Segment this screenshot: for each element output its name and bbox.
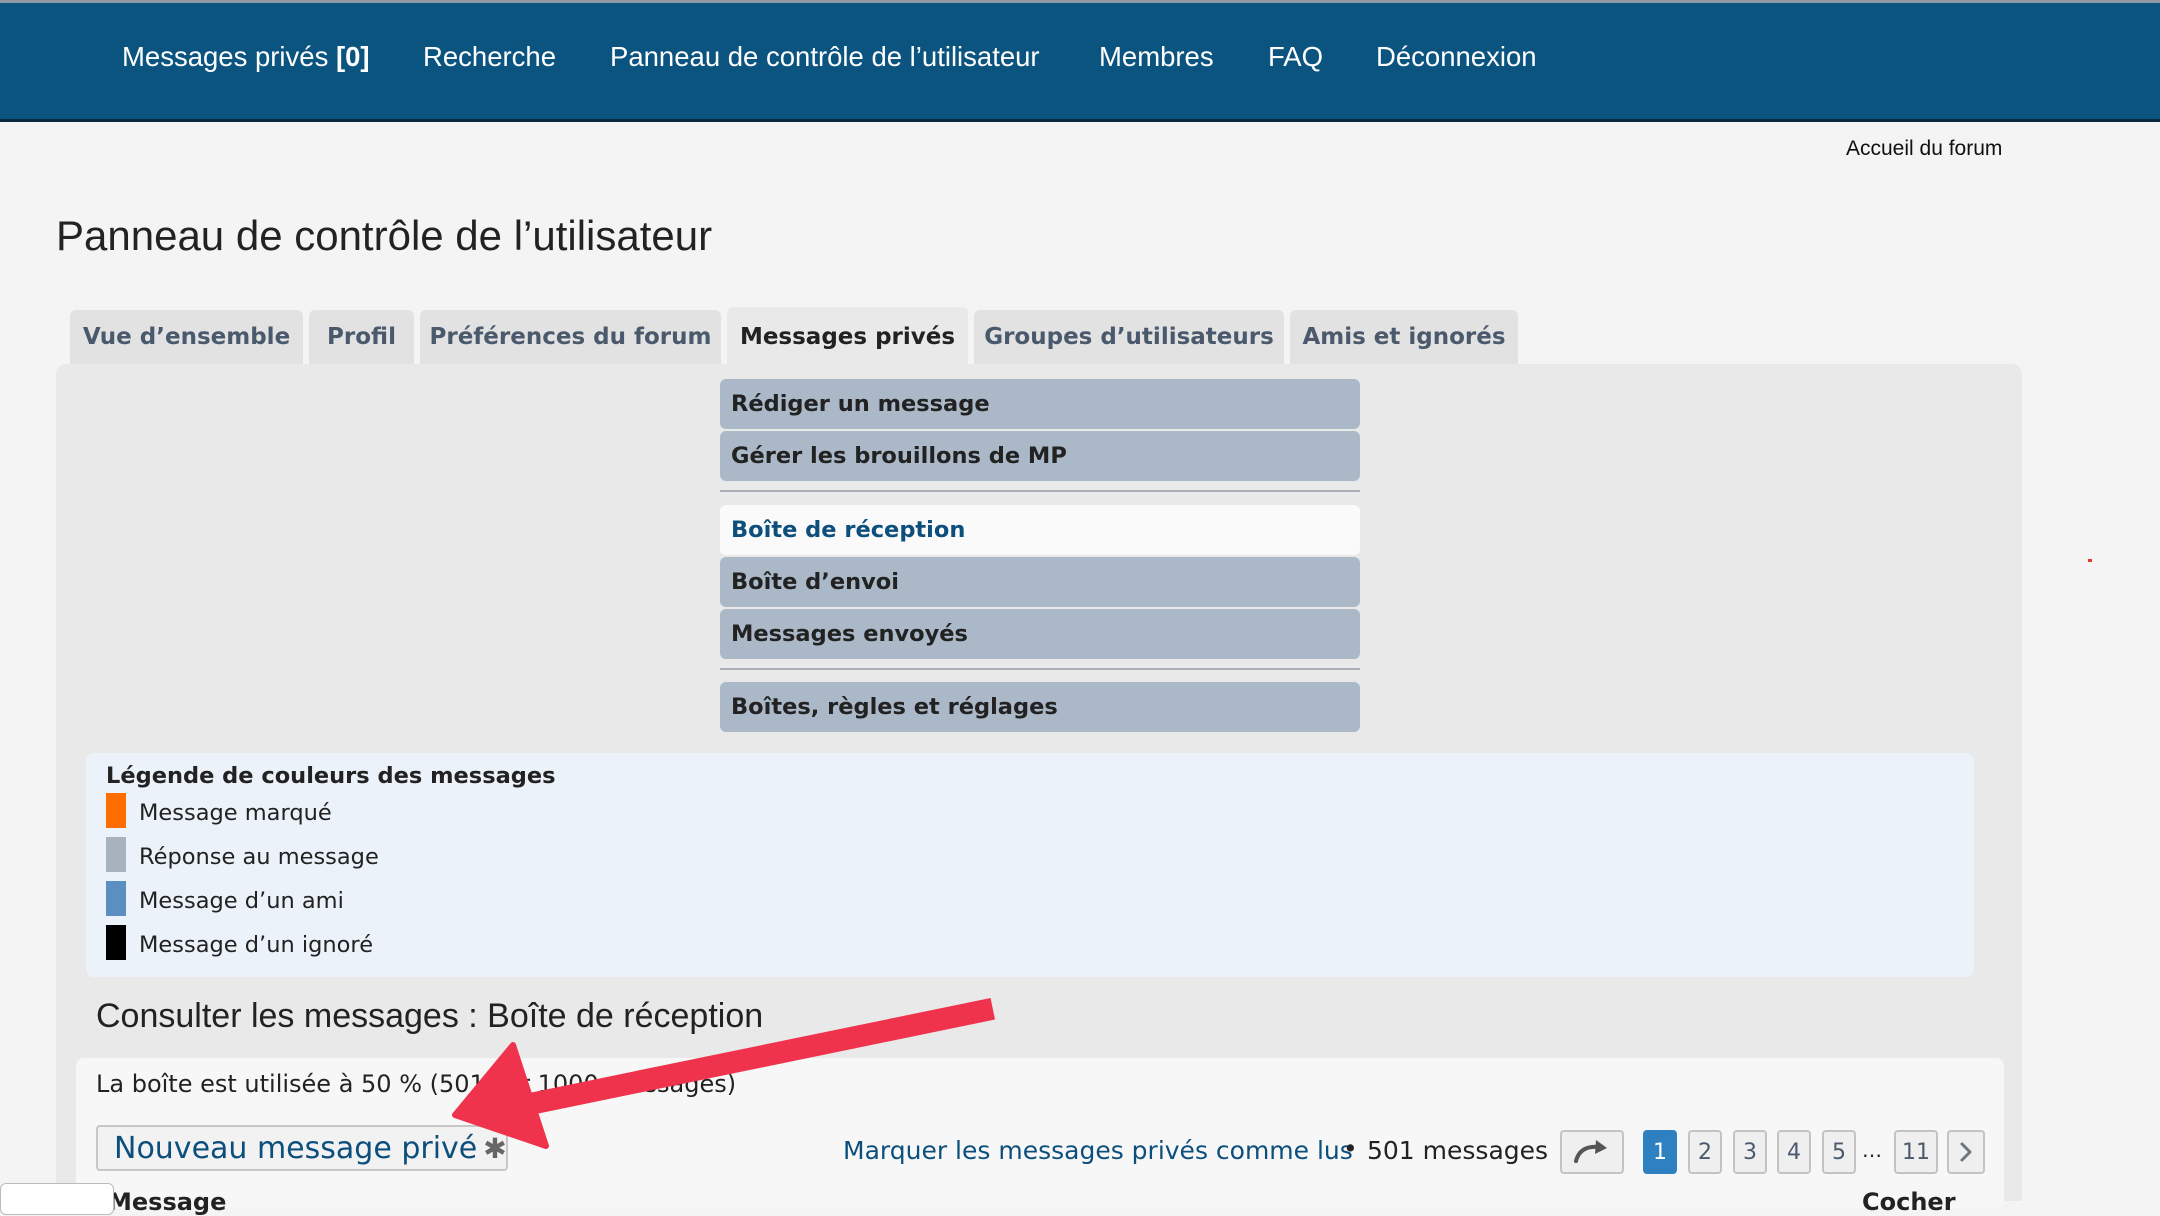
submenu-divider [720, 668, 1360, 670]
jump-arrow-icon [1574, 1140, 1607, 1163]
new-private-message-button[interactable]: Nouveau message privé ✱ [96, 1125, 508, 1171]
nav-private-messages-label: Messages privés [122, 41, 329, 72]
tab-private-messages[interactable]: Messages privés [727, 307, 968, 367]
legend-label-reply: Réponse au message [139, 844, 379, 870]
asterisk-icon: ✱ [483, 1131, 507, 1165]
nav-logout[interactable]: Déconnexion [1376, 39, 1537, 75]
legend-swatch-marked [106, 793, 126, 828]
submenu-inbox[interactable]: Boîte de réception [720, 505, 1360, 555]
pm-count-badge: [0] [335, 41, 370, 72]
next-page-button[interactable] [1947, 1130, 1985, 1174]
tab-forum-preferences[interactable]: Préférences du forum [420, 310, 721, 364]
chevron-right-icon [1960, 1142, 1972, 1162]
separator-bullet: • [1343, 1134, 1358, 1163]
submenu-divider [720, 490, 1360, 492]
legend-label-marked: Message marqué [139, 800, 332, 826]
nav-members[interactable]: Membres [1099, 39, 1214, 75]
inbox-section-title: Consulter les messages : Boîte de récept… [96, 997, 764, 1035]
page-4-button[interactable]: 4 [1777, 1130, 1811, 1174]
submenu-compose-message[interactable]: Rédiger un message [720, 379, 1360, 429]
corner-tab [0, 1183, 114, 1215]
nav-faq[interactable]: FAQ [1268, 39, 1323, 75]
inbox-usage-text: La boîte est utilisée à 50 % (501 sur 10… [96, 1070, 737, 1098]
submenu-folders-rules-settings[interactable]: Boîtes, règles et réglages [720, 682, 1360, 732]
legend-label-foe: Message d’un ignoré [139, 932, 374, 958]
red-dot-mark [2088, 559, 2092, 562]
page-3-button[interactable]: 3 [1733, 1130, 1767, 1174]
nav-private-messages[interactable]: Messages privés [0] [122, 39, 370, 75]
mark-pms-read-link[interactable]: Marquer les messages privés comme lus [843, 1136, 1353, 1165]
submenu-sent-messages[interactable]: Messages envoyés [720, 609, 1360, 659]
tab-friends-foes[interactable]: Amis et ignorés [1290, 310, 1518, 364]
page-5-button[interactable]: 5 [1822, 1130, 1856, 1174]
pagination-ellipsis: … [1862, 1138, 1882, 1162]
page-2-button[interactable]: 2 [1688, 1130, 1722, 1174]
column-header-message: Message [108, 1188, 227, 1216]
page-1-button[interactable]: 1 [1643, 1130, 1677, 1174]
nav-user-control-panel[interactable]: Panneau de contrôle de l’utilisateur [610, 39, 1040, 75]
forum-home-link[interactable]: Accueil du forum [1846, 137, 2002, 161]
nav-search[interactable]: Recherche [423, 39, 556, 75]
legend-swatch-friend [106, 881, 126, 916]
top-navbar: Messages privés [0] Recherche Panneau de… [0, 3, 2160, 122]
tab-overview[interactable]: Vue d’ensemble [70, 310, 303, 364]
page-11-button[interactable]: 11 [1894, 1130, 1938, 1174]
submenu-manage-drafts[interactable]: Gérer les brouillons de MP [720, 431, 1360, 481]
new-private-message-label: Nouveau message privé [114, 1130, 478, 1166]
tab-user-groups[interactable]: Groupes d’utilisateurs [974, 310, 1284, 364]
legend-swatch-reply [106, 837, 126, 872]
message-color-legend: Légende de couleurs des messages Message… [86, 753, 1974, 977]
message-count: 501 messages [1367, 1136, 1549, 1165]
page-title: Panneau de contrôle de l’utilisateur [56, 212, 713, 259]
legend-swatch-foe [106, 925, 126, 960]
submenu-outbox[interactable]: Boîte d’envoi [720, 557, 1360, 607]
tab-profile[interactable]: Profil [309, 310, 414, 364]
legend-title: Légende de couleurs des messages [106, 763, 556, 789]
legend-label-friend: Message d’un ami [139, 888, 344, 914]
column-header-check: Cocher [1862, 1188, 1956, 1216]
jump-to-page-button[interactable] [1560, 1130, 1624, 1174]
